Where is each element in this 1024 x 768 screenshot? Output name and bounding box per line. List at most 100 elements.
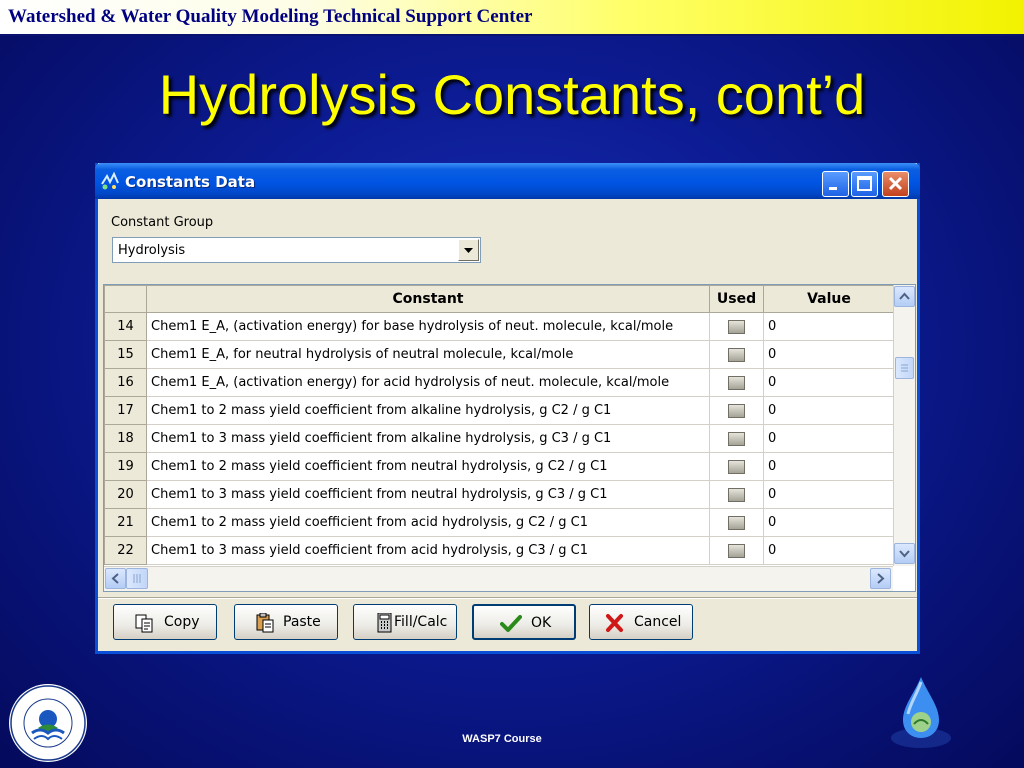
- table-row[interactable]: 19 Chem1 to 2 mass yield coefficient fro…: [104, 452, 895, 481]
- table-row[interactable]: 16 Chem1 E_A, (activation energy) for ac…: [104, 368, 895, 397]
- paste-button[interactable]: Paste: [234, 604, 338, 640]
- table-row[interactable]: 20 Chem1 to 3 mass yield coefficient fro…: [104, 480, 895, 509]
- maximize-button[interactable]: [851, 171, 878, 197]
- value-cell[interactable]: 0: [763, 396, 895, 425]
- checkmark-icon: [500, 615, 522, 632]
- used-checkbox[interactable]: [728, 543, 745, 558]
- window-titlebar[interactable]: Constants Data: [95, 163, 920, 199]
- minimize-button[interactable]: [822, 171, 849, 197]
- used-cell[interactable]: [709, 396, 764, 425]
- row-number: 17: [104, 396, 147, 425]
- column-header-value[interactable]: Value: [763, 285, 895, 313]
- table-row[interactable]: 18 Chem1 to 3 mass yield coefficient fro…: [104, 424, 895, 453]
- copy-icon: [135, 614, 153, 633]
- value-cell[interactable]: 0: [763, 340, 895, 369]
- constant-cell[interactable]: Chem1 to 3 mass yield coefficient from a…: [146, 536, 710, 565]
- used-checkbox[interactable]: [728, 347, 745, 362]
- header-title: Watershed & Water Quality Modeling Techn…: [8, 6, 533, 27]
- footer-text: WASP7 Course: [462, 733, 542, 745]
- used-checkbox[interactable]: [728, 403, 745, 418]
- constant-group-value: Hydrolysis: [118, 243, 186, 258]
- used-cell[interactable]: [709, 424, 764, 453]
- table-row[interactable]: 15 Chem1 E_A, for neutral hydrolysis of …: [104, 340, 895, 369]
- used-cell[interactable]: [709, 536, 764, 565]
- table-row[interactable]: 17 Chem1 to 2 mass yield coefficient fro…: [104, 396, 895, 425]
- chevron-left-icon: [111, 573, 119, 584]
- chevron-down-icon: [464, 248, 473, 253]
- constant-cell[interactable]: Chem1 to 2 mass yield coefficient from n…: [146, 452, 710, 481]
- used-checkbox[interactable]: [728, 431, 745, 446]
- x-icon: [606, 614, 623, 632]
- scroll-up-button[interactable]: [894, 286, 915, 307]
- constant-cell[interactable]: Chem1 to 2 mass yield coefficient from a…: [146, 396, 710, 425]
- constant-group-label: Constant Group: [111, 215, 214, 230]
- horizontal-scroll-thumb[interactable]: [126, 568, 148, 589]
- used-checkbox[interactable]: [728, 487, 745, 502]
- scroll-left-button[interactable]: [105, 568, 126, 589]
- header-bar: Watershed & Water Quality Modeling Techn…: [0, 0, 1024, 36]
- used-cell[interactable]: [709, 452, 764, 481]
- value-cell[interactable]: 0: [763, 424, 895, 453]
- copy-label: Copy: [164, 614, 200, 630]
- minimize-icon: [829, 187, 837, 190]
- used-cell[interactable]: [709, 312, 764, 341]
- cancel-label: Cancel: [634, 614, 682, 630]
- vertical-scrollbar[interactable]: [893, 285, 915, 566]
- row-number: 20: [104, 480, 147, 509]
- scroll-down-button[interactable]: [894, 543, 915, 564]
- used-checkbox[interactable]: [728, 515, 745, 530]
- constant-cell[interactable]: Chem1 E_A, (activation energy) for acid …: [146, 368, 710, 397]
- paste-icon: [256, 613, 274, 633]
- grip-icon: [901, 364, 908, 372]
- calculator-icon: [377, 613, 392, 633]
- used-cell[interactable]: [709, 368, 764, 397]
- constant-cell[interactable]: Chem1 to 3 mass yield coefficient from a…: [146, 424, 710, 453]
- used-checkbox[interactable]: [728, 459, 745, 474]
- value-cell[interactable]: 0: [763, 452, 895, 481]
- used-cell[interactable]: [709, 480, 764, 509]
- constants-table: Constant Used Value 14 Chem1 E_A, (activ…: [104, 285, 895, 565]
- constants-grid[interactable]: Constant Used Value 14 Chem1 E_A, (activ…: [103, 284, 916, 592]
- constant-cell[interactable]: Chem1 E_A, (activation energy) for base …: [146, 312, 710, 341]
- row-number: 15: [104, 340, 147, 369]
- row-number: 18: [104, 424, 147, 453]
- vertical-scroll-thumb[interactable]: [895, 357, 914, 379]
- fill-calc-button[interactable]: Fill/Calc: [353, 604, 457, 640]
- value-cell[interactable]: 0: [763, 508, 895, 537]
- cancel-button[interactable]: Cancel: [589, 604, 693, 640]
- value-cell[interactable]: 0: [763, 536, 895, 565]
- constant-cell[interactable]: Chem1 to 2 mass yield coefficient from a…: [146, 508, 710, 537]
- used-cell[interactable]: [709, 508, 764, 537]
- table-header-row: Constant Used Value: [104, 285, 895, 313]
- table-row[interactable]: 22 Chem1 to 3 mass yield coefficient fro…: [104, 536, 895, 565]
- close-button[interactable]: [882, 171, 909, 197]
- column-header-used[interactable]: Used: [709, 285, 764, 313]
- table-row[interactable]: 21 Chem1 to 2 mass yield coefficient fro…: [104, 508, 895, 537]
- dropdown-button[interactable]: [458, 239, 479, 261]
- table-row[interactable]: 14 Chem1 E_A, (activation energy) for ba…: [104, 312, 895, 341]
- scroll-right-button[interactable]: [870, 568, 891, 589]
- value-cell[interactable]: 0: [763, 480, 895, 509]
- chevron-up-icon: [899, 292, 910, 300]
- row-number: 21: [104, 508, 147, 537]
- row-number: 19: [104, 452, 147, 481]
- constant-cell[interactable]: Chem1 to 3 mass yield coefficient from n…: [146, 480, 710, 509]
- row-number: 16: [104, 368, 147, 397]
- constant-cell[interactable]: Chem1 E_A, for neutral hydrolysis of neu…: [146, 340, 710, 369]
- chevron-down-icon: [899, 550, 910, 558]
- copy-button[interactable]: Copy: [113, 604, 217, 640]
- row-number-header: [104, 285, 147, 313]
- used-checkbox[interactable]: [728, 319, 745, 334]
- value-cell[interactable]: 0: [763, 368, 895, 397]
- used-checkbox[interactable]: [728, 375, 745, 390]
- value-cell[interactable]: 0: [763, 312, 895, 341]
- row-number: 14: [104, 312, 147, 341]
- fill-calc-label: Fill/Calc: [394, 614, 448, 630]
- ok-button[interactable]: OK: [472, 604, 576, 640]
- used-cell[interactable]: [709, 340, 764, 369]
- maximize-icon: [857, 176, 872, 191]
- column-header-constant[interactable]: Constant: [146, 285, 710, 313]
- horizontal-scrollbar[interactable]: [104, 566, 893, 591]
- constant-group-select[interactable]: Hydrolysis: [112, 237, 481, 263]
- constants-data-window: Constants Data Constant Group Hydrolysis…: [95, 163, 920, 654]
